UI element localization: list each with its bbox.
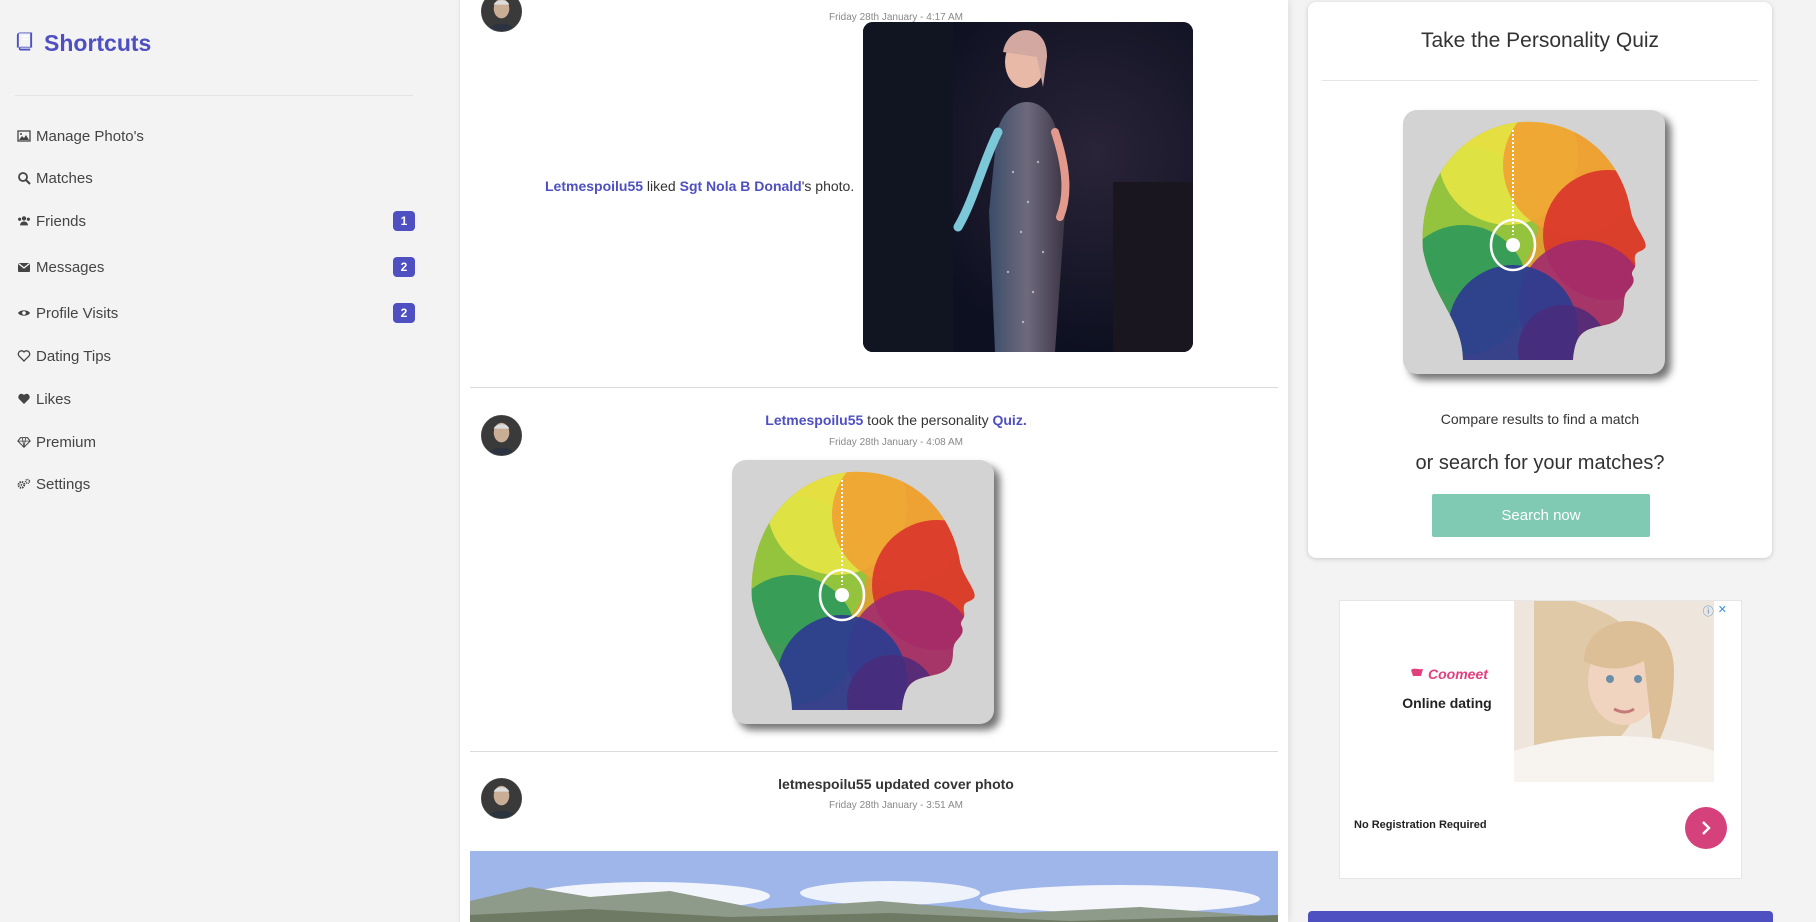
sidebar-item-dating-tips[interactable]: Dating Tips: [15, 343, 415, 369]
diamond-icon: [15, 435, 33, 449]
sidebar-item-messages[interactable]: Messages 2: [15, 254, 415, 280]
sidebar-item-label: Dating Tips: [36, 347, 112, 365]
sidebar-item-matches[interactable]: Matches: [15, 165, 415, 191]
sidebar-item-profile-visits[interactable]: Profile Visits 2: [15, 300, 415, 326]
chevron-right-icon: [1702, 821, 1711, 835]
post-timestamp: Friday 28th January - 4:08 AM: [829, 437, 963, 448]
sidebar-item-label: Premium: [36, 433, 97, 451]
sidebar-divider: [15, 95, 413, 96]
personality-quiz-card: Take the Personality Quiz Compare result: [1308, 2, 1772, 558]
quiz-card-or-text: or search for your matches?: [1415, 452, 1665, 474]
quiz-card-subtitle: Compare results to find a match: [1440, 411, 1640, 427]
gears-icon: [15, 477, 33, 491]
post-verb: took the personality: [863, 412, 993, 428]
sidebar-item-label: Messages: [36, 258, 105, 276]
personality-quiz-image[interactable]: [1403, 110, 1665, 374]
ad-photo: [1514, 601, 1714, 782]
ad-logo-icon: [1410, 666, 1424, 682]
quiz-link[interactable]: Quiz.: [992, 412, 1026, 428]
sidebar-item-label: Friends: [36, 212, 87, 230]
cover-photo[interactable]: [470, 851, 1278, 922]
sidebar-item-settings[interactable]: Settings: [15, 471, 415, 497]
sidebar-item-premium[interactable]: Premium: [15, 429, 415, 455]
post-text: Letmespoilu55 liked Sgt Nola B Donald's …: [545, 178, 865, 194]
close-icon[interactable]: ✕: [1718, 603, 1727, 619]
post-separator: [470, 387, 1278, 388]
post-verb: liked: [643, 178, 680, 194]
info-icon[interactable]: ⓘ: [1703, 603, 1714, 619]
post-suffix: 's photo.: [801, 178, 855, 194]
post-text: letmespoilu55 updated cover photo: [778, 776, 1014, 792]
avatar[interactable]: [481, 778, 522, 819]
ad-headline: Online dating: [1402, 695, 1492, 711]
advertisement[interactable]: ⓘ ✕ Coomeet Online dating No Registratio…: [1339, 600, 1742, 879]
ad-footer-text: No Registration Required: [1354, 819, 1487, 831]
heart-icon: [15, 392, 33, 406]
users-icon: [15, 214, 33, 228]
sidebar-item-manage-photos[interactable]: Manage Photo's: [15, 123, 415, 149]
ad-brand-logo: Coomeet: [1410, 666, 1488, 682]
sidebar-item-label: Matches: [36, 169, 93, 187]
ad-brand-name: Coomeet: [1428, 666, 1488, 682]
search-icon: [15, 171, 33, 185]
post-timestamp: Friday 28th January - 3:51 AM: [829, 800, 963, 811]
liked-photo[interactable]: [863, 22, 1193, 352]
user-link[interactable]: Letmespoilu55: [765, 412, 863, 428]
activity-feed: Friday 28th January - 4:17 AM Letmespoil…: [459, 0, 1288, 922]
sidebar-item-label: Likes: [36, 390, 72, 408]
sidebar-item-friends[interactable]: Friends 1: [15, 208, 415, 234]
sidebar-item-label: Manage Photo's: [36, 127, 144, 145]
avatar[interactable]: [481, 0, 522, 32]
post-separator: [470, 751, 1278, 752]
sidebar-item-label: Profile Visits: [36, 304, 119, 322]
user-link[interactable]: Letmespoilu55: [545, 178, 643, 194]
eye-icon: [15, 306, 33, 320]
ad-info-controls[interactable]: ⓘ ✕: [1703, 603, 1727, 619]
quiz-card-title: Take the Personality Quiz: [1420, 29, 1660, 52]
personality-quiz-image[interactable]: [732, 460, 994, 724]
image-icon: [15, 129, 33, 143]
heart-outline-icon: [15, 349, 33, 363]
envelope-icon: [15, 260, 33, 274]
search-now-button[interactable]: Search now: [1432, 494, 1650, 537]
sidebar-item-label: Settings: [36, 475, 91, 493]
messages-count-badge: 2: [393, 257, 415, 277]
bottom-widget-header: [1308, 911, 1773, 922]
friends-count-badge: 1: [393, 211, 415, 231]
avatar[interactable]: [481, 415, 522, 456]
profile-visits-count-badge: 2: [393, 303, 415, 323]
target-user-link[interactable]: Sgt Nola B Donald: [680, 178, 802, 194]
sidebar-brand-label: Shortcuts: [44, 30, 152, 56]
sidebar-item-likes[interactable]: Likes: [15, 386, 415, 412]
post-text: Letmespoilu55 took the personality Quiz.: [610, 412, 1182, 428]
sidebar-brand[interactable]: Shortcuts: [15, 30, 151, 57]
book-icon: [15, 30, 34, 57]
ad-cta-button[interactable]: [1685, 807, 1727, 849]
sidebar: Shortcuts Manage Photo's Matches Friends…: [0, 0, 430, 922]
quiz-card-divider: [1322, 80, 1758, 81]
